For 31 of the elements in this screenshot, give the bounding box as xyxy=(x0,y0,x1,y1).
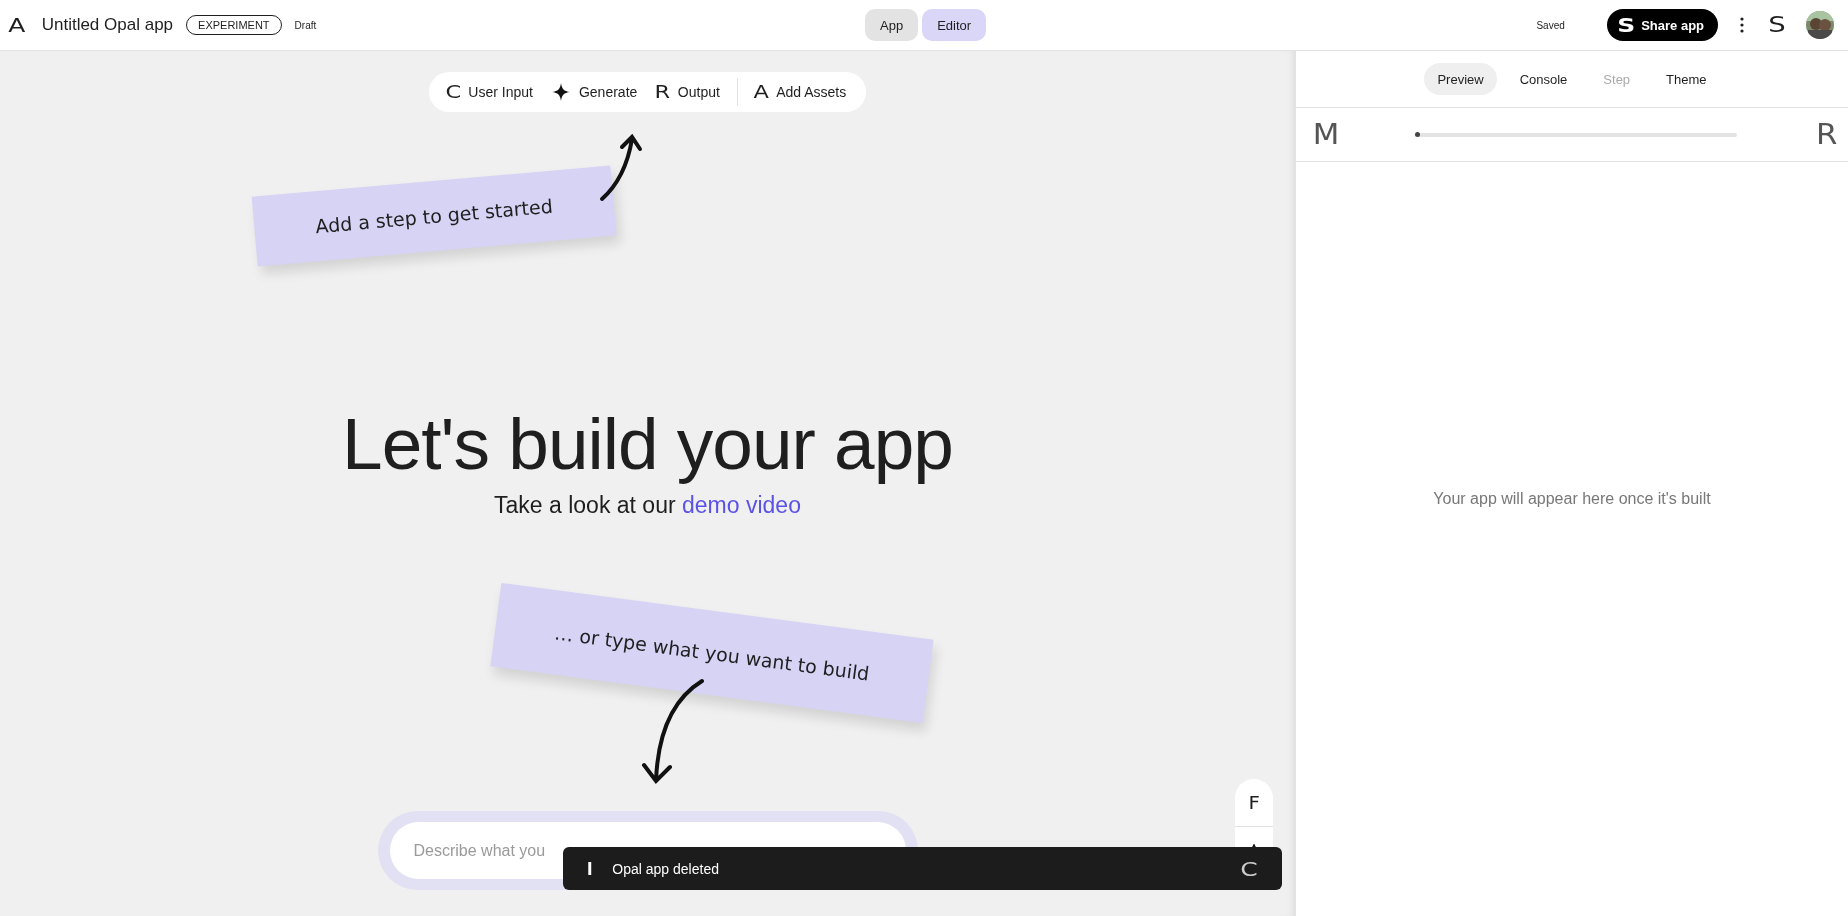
draft-status: Draft xyxy=(294,19,317,31)
sticky-note: … or type what you want to build xyxy=(490,582,934,724)
undo-glyph-icon[interactable]: C xyxy=(1240,858,1258,879)
step-tool[interactable]: R Output xyxy=(656,83,720,101)
step-tool[interactable]: Generate xyxy=(551,83,638,101)
preview-tab[interactable]: Theme xyxy=(1653,63,1720,95)
mode-tab[interactable]: Editor xyxy=(922,9,987,41)
share-button[interactable]: S Share app xyxy=(1606,9,1719,41)
more-menu-button[interactable] xyxy=(1740,17,1745,33)
user-glyph-icon: S xyxy=(1768,14,1786,36)
glyph-icon: R xyxy=(1815,120,1837,149)
save-status: Saved xyxy=(1536,19,1565,31)
glyph-icon: M xyxy=(1312,120,1340,149)
mode-tab[interactable]: App xyxy=(865,9,919,41)
app-title: Untitled Opal app xyxy=(41,15,174,35)
glyph-icon: I xyxy=(585,859,594,878)
more-vertical-icon xyxy=(1740,17,1745,33)
hero-title: Let's build your app xyxy=(342,404,953,485)
sticky-note: Add a step to get started xyxy=(251,165,617,267)
toast-message: Opal app deleted xyxy=(612,860,719,877)
demo-video-link[interactable]: demo video xyxy=(682,492,801,519)
add-assets-button[interactable]: A Add Assets xyxy=(754,83,847,101)
glyph-icon: C xyxy=(445,83,461,101)
preview-tab[interactable]: Preview xyxy=(1424,63,1497,95)
step-tool[interactable]: C User Input xyxy=(446,83,533,101)
sparkle-icon xyxy=(551,83,570,101)
empty-message: Your app will appear here once it's built xyxy=(1433,490,1711,508)
logo-icon: A xyxy=(8,15,26,35)
preview-tab[interactable]: Console xyxy=(1506,63,1581,95)
hero-subtitle: Take a look at our demo video xyxy=(494,492,801,520)
glyph-icon: R xyxy=(654,83,671,101)
